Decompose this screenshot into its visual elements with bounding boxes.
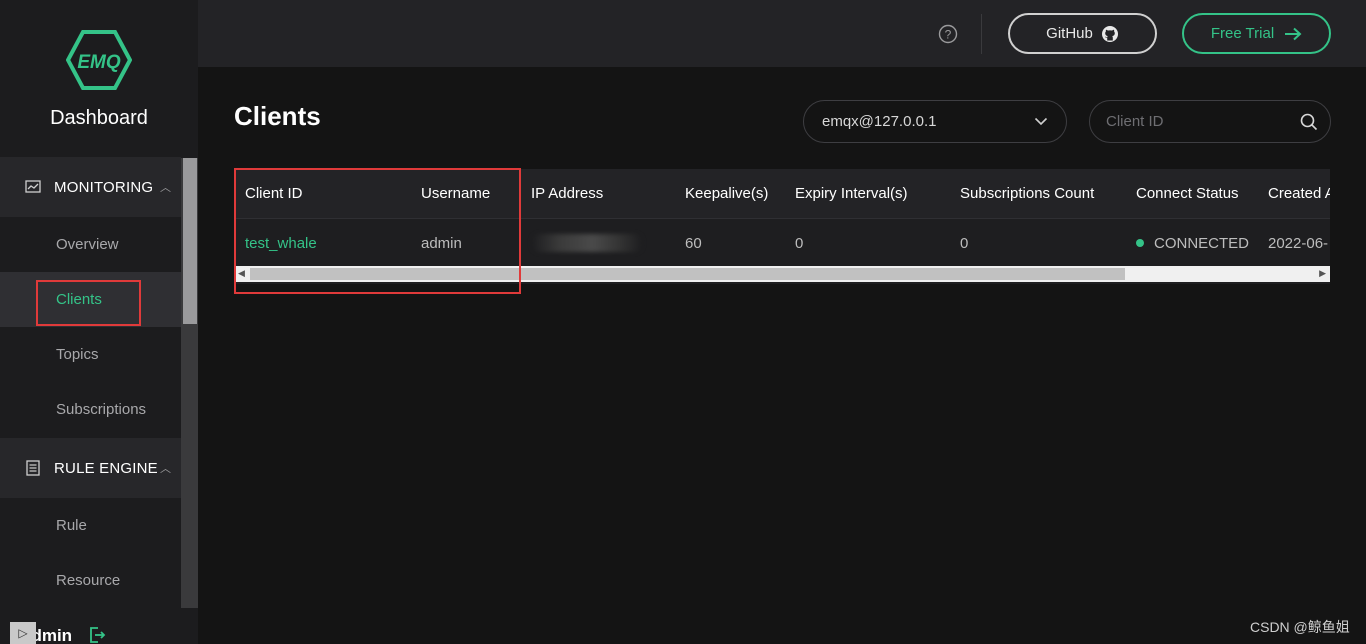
header-divider bbox=[981, 14, 982, 54]
connect-status-cell: CONNECTED bbox=[1136, 235, 1249, 252]
ip-address-redacted bbox=[532, 234, 642, 252]
column-header[interactable]: Created A bbox=[1268, 185, 1330, 202]
node-select-value: emqx@127.0.0.1 bbox=[822, 113, 937, 130]
chevron-down-icon bbox=[1034, 117, 1048, 126]
document-list-icon bbox=[24, 459, 42, 477]
client-search bbox=[1089, 100, 1331, 143]
annotation-highlight-box bbox=[36, 280, 141, 326]
chevron-up-icon: ︿ bbox=[160, 463, 171, 475]
column-header[interactable]: Keepalive(s) bbox=[685, 185, 768, 202]
sidebar-item-overview[interactable]: Overview bbox=[0, 217, 181, 272]
scroll-right-icon[interactable]: ▶ bbox=[1319, 268, 1326, 279]
subscriptions-cell: 0 bbox=[960, 235, 969, 252]
page-title: Clients bbox=[234, 101, 321, 131]
status-text: CONNECTED bbox=[1154, 235, 1250, 252]
sidebar-item-rule[interactable]: Rule bbox=[0, 498, 181, 553]
github-button[interactable]: GitHub bbox=[1008, 13, 1157, 54]
column-header[interactable]: Subscriptions Count bbox=[960, 185, 1094, 202]
github-label: GitHub bbox=[1046, 25, 1093, 42]
menu-group-label: MONITORING bbox=[54, 178, 154, 196]
brand-title: Dashboard bbox=[50, 107, 148, 129]
sidebar-item-subscriptions[interactable]: Subscriptions bbox=[0, 382, 181, 437]
logout-icon[interactable] bbox=[88, 626, 106, 644]
created-cell: 2022-06- bbox=[1268, 235, 1329, 252]
app-root: EMQ Dashboard MONITORING ︿ Overview Clie… bbox=[0, 0, 1366, 644]
github-icon bbox=[1101, 25, 1118, 42]
keepalive-cell: 60 bbox=[685, 235, 702, 252]
collapse-toggle-icon[interactable]: ▷ bbox=[10, 622, 36, 644]
arrow-right-icon bbox=[1285, 27, 1302, 40]
node-select[interactable]: emqx@127.0.0.1 bbox=[803, 100, 1067, 143]
sidebar-scrollbar-thumb[interactable] bbox=[183, 158, 197, 324]
watermark: CSDN @鲸鱼姐 bbox=[1250, 619, 1350, 635]
free-trial-button[interactable]: Free Trial bbox=[1182, 13, 1331, 54]
column-header[interactable]: Connect Status bbox=[1136, 185, 1239, 202]
question-circle-icon[interactable]: ? bbox=[938, 24, 958, 44]
status-dot-icon bbox=[1136, 239, 1144, 248]
menu-group-monitoring[interactable]: MONITORING ︿ bbox=[0, 157, 181, 217]
menu-group-rule-engine[interactable]: RULE ENGINE ︿ bbox=[0, 438, 181, 498]
svg-text:?: ? bbox=[945, 28, 952, 42]
search-icon[interactable] bbox=[1300, 113, 1318, 131]
logo-text: EMQ bbox=[77, 52, 121, 73]
expiry-cell: 0 bbox=[795, 235, 804, 252]
client-id-search-input[interactable] bbox=[1106, 113, 1286, 130]
column-header[interactable]: IP Address bbox=[531, 185, 603, 202]
annotation-highlight-box bbox=[234, 168, 521, 294]
monitor-chart-icon bbox=[24, 178, 42, 196]
sidebar-item-topics[interactable]: Topics bbox=[0, 327, 181, 382]
chevron-up-icon: ︿ bbox=[160, 182, 171, 194]
column-header[interactable]: Expiry Interval(s) bbox=[795, 185, 908, 202]
free-trial-label: Free Trial bbox=[1210, 25, 1275, 42]
sidebar-item-resource[interactable]: Resource bbox=[0, 553, 181, 608]
menu-group-label: RULE ENGINE bbox=[54, 459, 158, 477]
emq-logo-icon: EMQ bbox=[66, 30, 132, 90]
